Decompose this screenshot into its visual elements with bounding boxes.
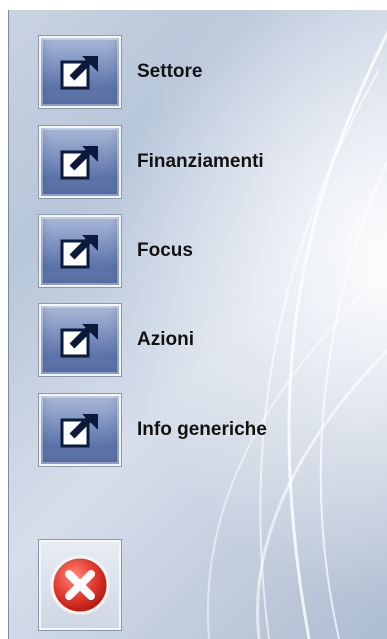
- open-settore-button[interactable]: [38, 35, 122, 109]
- menu-item-finanziamenti[interactable]: Finanziamenti: [38, 124, 379, 200]
- close-button[interactable]: [38, 539, 122, 631]
- close-x-icon: [50, 555, 110, 615]
- menu-item-label: Azioni: [137, 329, 194, 350]
- menu-item-label: Info generiche: [137, 419, 267, 440]
- open-focus-button[interactable]: [38, 214, 122, 288]
- external-link-arrow-icon: [60, 55, 98, 90]
- menu-item-settore[interactable]: Settore: [38, 34, 379, 110]
- external-link-arrow-icon: [60, 413, 98, 448]
- external-link-arrow-icon: [60, 234, 98, 269]
- open-info-generiche-button[interactable]: [38, 393, 122, 467]
- menu-panel: Settore Finanziamenti Focus Azioni Info …: [8, 10, 387, 639]
- menu-item-label: Finanziamenti: [137, 151, 264, 172]
- open-finanziamenti-button[interactable]: [38, 125, 122, 199]
- open-azioni-button[interactable]: [38, 303, 122, 377]
- external-link-arrow-icon: [60, 145, 98, 180]
- menu-item-azioni[interactable]: Azioni: [38, 302, 379, 378]
- menu-item-focus[interactable]: Focus: [38, 213, 379, 289]
- external-link-arrow-icon: [60, 323, 98, 358]
- menu-item-info-generiche[interactable]: Info generiche: [38, 392, 379, 468]
- menu-item-label: Settore: [137, 61, 203, 82]
- menu-item-label: Focus: [137, 240, 193, 261]
